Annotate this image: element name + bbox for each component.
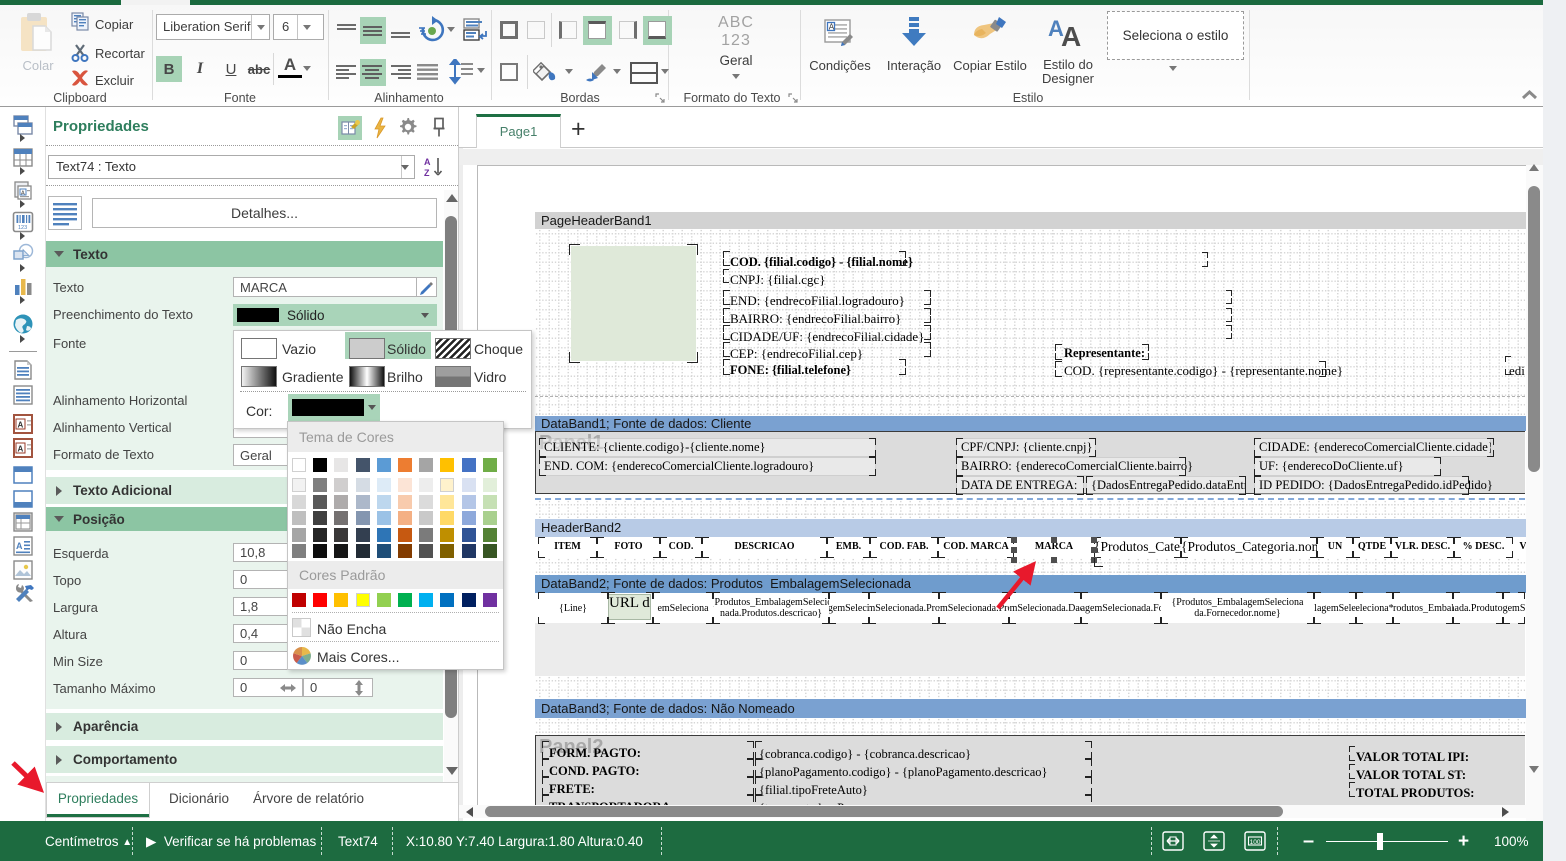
svg-text:A: A bbox=[829, 22, 835, 31]
svg-text:100: 100 bbox=[1250, 839, 1261, 846]
svg-text:A: A bbox=[18, 445, 24, 454]
svg-text:123: 123 bbox=[18, 225, 27, 231]
svg-text:A: A bbox=[16, 541, 23, 551]
svg-text:A: A bbox=[1061, 21, 1081, 52]
svg-text:A: A bbox=[18, 421, 24, 430]
svg-text:A: A bbox=[21, 191, 25, 197]
svg-text:Z: Z bbox=[424, 168, 430, 178]
svg-text:A: A bbox=[424, 157, 431, 167]
